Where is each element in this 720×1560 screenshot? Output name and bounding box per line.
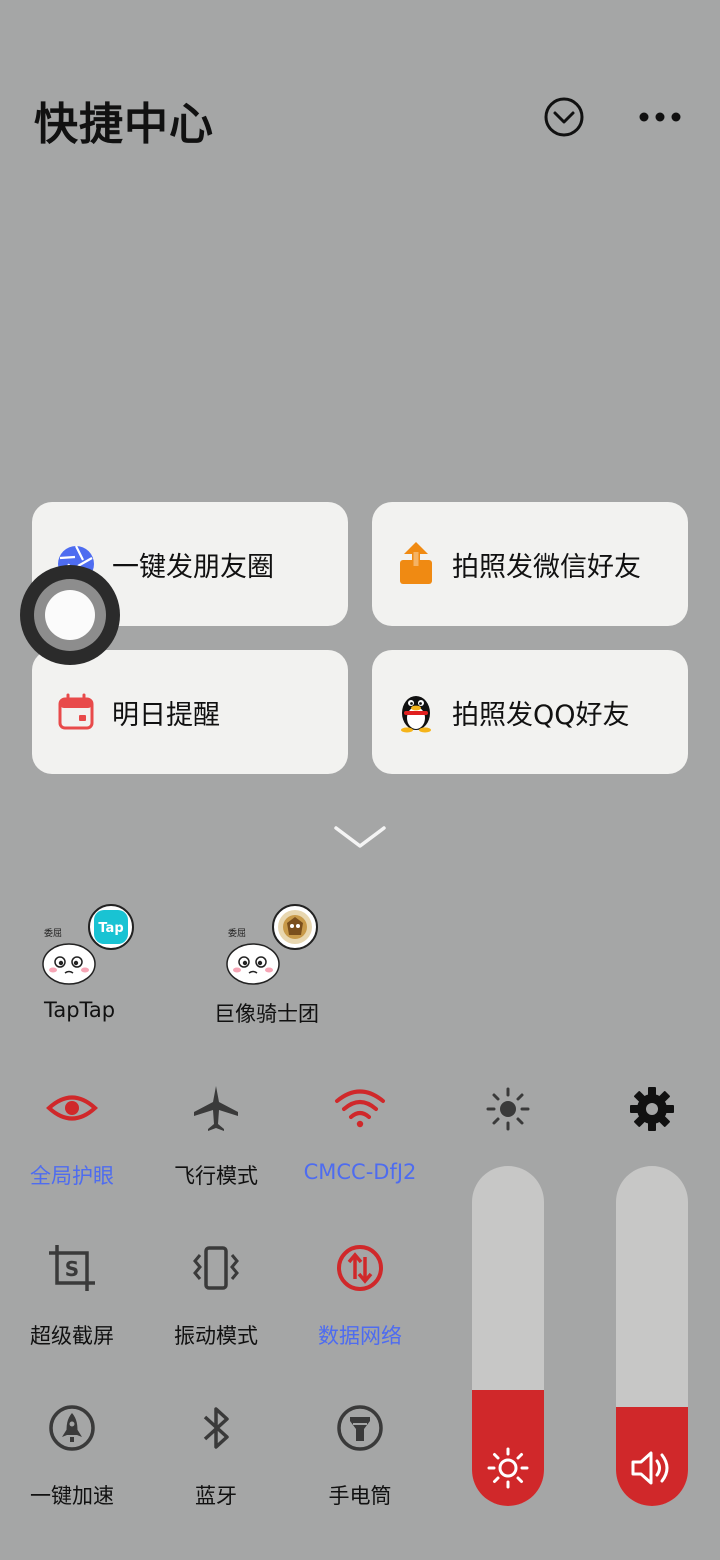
vibrate-icon xyxy=(188,1240,244,1296)
eye-icon xyxy=(44,1080,100,1136)
shortcut-label: 一键发朋友圈 xyxy=(112,551,274,583)
taptap-app-icon: Tap xyxy=(88,904,134,950)
colossus-knights-app-icon xyxy=(272,904,318,950)
expand-button[interactable] xyxy=(330,820,390,854)
brightness-slider[interactable] xyxy=(472,1166,544,1506)
flashlight-icon xyxy=(332,1400,388,1456)
auto-brightness-button[interactable] xyxy=(480,1081,536,1137)
collapse-button[interactable] xyxy=(540,93,588,141)
recent-app-name: TapTap xyxy=(44,998,116,1022)
toggle-airplane-mode[interactable]: 飞行模式 xyxy=(156,1080,276,1200)
volume-slider[interactable] xyxy=(616,1166,688,1506)
svg-text:委屈: 委屈 xyxy=(44,927,62,939)
share-upload-icon xyxy=(396,542,436,584)
wifi-icon xyxy=(332,1080,388,1136)
shortcut-label: 拍照发QQ好友 xyxy=(452,699,630,731)
mobile-data-icon xyxy=(332,1240,388,1296)
toggle-eye-protection[interactable]: 全局护眼 xyxy=(12,1080,132,1200)
assistive-touch-dot xyxy=(45,590,95,640)
toggle-bluetooth[interactable]: 蓝牙 xyxy=(156,1400,276,1520)
qq-penguin-icon xyxy=(396,692,436,733)
chevron-down-icon xyxy=(334,826,386,848)
taptap-badge-text: Tap xyxy=(98,921,123,936)
toggle-flashlight[interactable]: 手电筒 xyxy=(300,1400,420,1520)
airplane-icon xyxy=(188,1080,244,1136)
recent-app-taptap[interactable]: 委屈 Tap TapTap xyxy=(30,900,160,1040)
toggle-mobile-data[interactable]: 数据网络 xyxy=(300,1240,420,1360)
toggle-wifi[interactable]: CMCC-DfJ2 xyxy=(300,1080,420,1200)
toggle-label: CMCC-DfJ2 xyxy=(303,1160,417,1184)
rocket-icon xyxy=(44,1400,100,1456)
chevron-circle-down-icon xyxy=(544,97,584,137)
shortcut-label: 拍照发微信好友 xyxy=(452,551,641,583)
recent-app-colossus-knights[interactable]: 委屈 巨像骑士团 xyxy=(214,900,344,1040)
toggle-label: 数据网络 xyxy=(318,1324,402,1348)
settings-gear-icon xyxy=(630,1087,674,1131)
calendar-icon xyxy=(56,692,96,732)
shortcut-card-qq-photo[interactable]: 拍照发QQ好友 xyxy=(372,650,688,774)
recent-app-name: 巨像骑士团 xyxy=(214,1002,319,1026)
toggle-label: 手电筒 xyxy=(328,1484,392,1508)
toggle-speed-boost[interactable]: 一键加速 xyxy=(12,1400,132,1520)
screenshot-icon: S xyxy=(44,1240,100,1296)
speaker-icon xyxy=(630,1446,674,1490)
svg-text:委屈: 委屈 xyxy=(228,927,246,939)
shortcut-label: 明日提醒 xyxy=(112,699,220,731)
brightness-auto-icon xyxy=(486,1087,530,1131)
more-options-button[interactable] xyxy=(636,93,684,141)
svg-text:S: S xyxy=(65,1257,79,1281)
more-horizontal-icon xyxy=(639,112,681,122)
toggle-super-screenshot[interactable]: S 超级截屏 xyxy=(12,1240,132,1360)
sun-icon xyxy=(486,1446,530,1490)
assistive-touch-button[interactable] xyxy=(20,565,120,665)
settings-button[interactable] xyxy=(624,1081,680,1137)
page-title: 快捷中心 xyxy=(34,99,214,150)
shortcut-card-reminder[interactable]: 明日提醒 xyxy=(32,650,348,774)
bluetooth-icon xyxy=(188,1400,244,1456)
assistive-touch-ring xyxy=(34,579,106,651)
shortcut-card-wechat-photo[interactable]: 拍照发微信好友 xyxy=(372,502,688,626)
toggle-vibrate-mode[interactable]: 振动模式 xyxy=(156,1240,276,1360)
